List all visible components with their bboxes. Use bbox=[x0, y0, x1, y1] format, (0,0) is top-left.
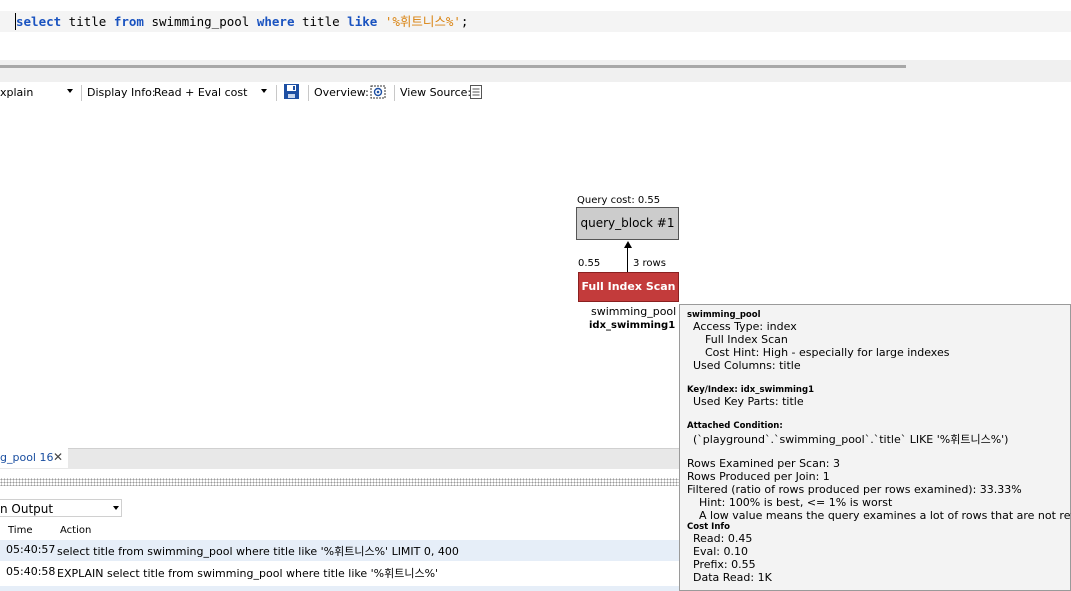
row-time: 05:40:57 bbox=[6, 543, 56, 556]
query-block-node[interactable]: query_block #1 bbox=[576, 207, 679, 240]
key-index-header: Key/Index: idx_swimming1 bbox=[687, 385, 814, 395]
cost-info-header: Cost Info bbox=[687, 522, 730, 532]
sql-token-str: '%휘트니스%' bbox=[384, 14, 461, 29]
filtered-ratio: Filtered (ratio of rows produced per row… bbox=[687, 483, 1022, 496]
diagram-edge bbox=[627, 247, 628, 272]
chevron-down-icon[interactable] bbox=[261, 89, 267, 93]
edge-rows-label: 3 rows bbox=[633, 258, 666, 269]
editor-toolbar-band bbox=[0, 60, 1071, 82]
view-source-icon[interactable] bbox=[470, 85, 482, 102]
sql-token-plain bbox=[377, 14, 385, 29]
cost-eval: Eval: 0.10 bbox=[693, 545, 748, 558]
cost-data-read: Data Read: 1K bbox=[693, 571, 772, 584]
node-details-tooltip: swimming_pool Access Type: index Full In… bbox=[679, 304, 1071, 591]
query-cost-label: Query cost: 0.55 bbox=[577, 195, 661, 206]
table-name-label: swimming_pool bbox=[591, 305, 677, 318]
toolbar-divider bbox=[394, 85, 395, 101]
index-name-label: idx_swimming1 bbox=[589, 320, 676, 331]
sql-token-kw: from bbox=[113, 14, 144, 29]
result-tab-bar bbox=[0, 448, 679, 469]
display-info-select[interactable]: Read + Eval cost bbox=[154, 86, 247, 99]
sql-token-kw: like bbox=[347, 14, 378, 29]
edge-cost-label: 0.55 bbox=[578, 258, 601, 269]
used-columns: Used Columns: title bbox=[693, 359, 801, 372]
filtered-note: A low value means the query examines a l… bbox=[699, 509, 1071, 522]
display-info-label: Display Info: bbox=[87, 86, 156, 99]
column-header-time[interactable]: Time bbox=[8, 525, 32, 536]
sql-token-plain: swimming_pool bbox=[143, 14, 257, 29]
row-action: EXPLAIN select title from swimming_pool … bbox=[57, 567, 439, 580]
overview-label: Overview: bbox=[314, 86, 369, 99]
cost-hint: Cost Hint: High - especially for large i… bbox=[705, 346, 950, 359]
chevron-down-icon[interactable] bbox=[113, 506, 119, 510]
tooltip-title: swimming_pool bbox=[687, 310, 761, 320]
panel-splitter[interactable] bbox=[0, 478, 679, 486]
row-action: select title from swimming_pool where ti… bbox=[57, 545, 459, 558]
sql-token-kw: where bbox=[256, 14, 295, 29]
access-detail: Full Index Scan bbox=[705, 333, 788, 346]
overview-icon[interactable] bbox=[370, 85, 386, 102]
rows-produced: Rows Produced per Join: 1 bbox=[687, 470, 830, 483]
sql-token-plain: title bbox=[61, 14, 114, 29]
toolbar-divider bbox=[276, 85, 277, 101]
used-key-parts: Used Key Parts: title bbox=[693, 395, 804, 408]
table-row[interactable]: 05:40:58 EXPLAIN select title from swimm… bbox=[0, 562, 679, 583]
sql-token-kw: select bbox=[16, 14, 62, 29]
arrow-up-icon bbox=[624, 241, 632, 248]
output-type-value[interactable]: n Output bbox=[0, 502, 53, 516]
table-row[interactable]: 05:40:57 select title from swimming_pool… bbox=[0, 540, 679, 561]
attached-condition: (`playground`.`swimming_pool`.`title` LI… bbox=[693, 433, 1009, 446]
sql-token-plain: ; bbox=[460, 14, 469, 29]
explain-select[interactable]: xplain bbox=[0, 86, 33, 99]
output-grid-header bbox=[0, 522, 679, 541]
sql-editor-text[interactable]: select title from swimming_pool where ti… bbox=[16, 14, 468, 30]
save-icon[interactable] bbox=[283, 83, 300, 103]
explain-toolbar: xplain Display Info: Read + Eval cost Ov… bbox=[0, 82, 1071, 104]
chevron-down-icon[interactable] bbox=[67, 89, 73, 93]
close-icon[interactable]: ✕ bbox=[53, 450, 63, 464]
row-time: 05:40:58 bbox=[6, 565, 56, 578]
result-tab-label[interactable]: g_pool 16 bbox=[0, 451, 53, 464]
sql-token-plain: title bbox=[294, 14, 348, 29]
toolbar-divider bbox=[81, 85, 82, 101]
cost-prefix: Prefix: 0.55 bbox=[693, 558, 756, 571]
toolbar-divider bbox=[308, 85, 309, 101]
column-header-action[interactable]: Action bbox=[60, 525, 91, 536]
rows-examined: Rows Examined per Scan: 3 bbox=[687, 457, 841, 470]
cost-read: Read: 0.45 bbox=[693, 532, 753, 545]
filtered-hint: Hint: 100% is best, <= 1% is worst bbox=[699, 496, 893, 509]
editor-horizontal-scrollbar[interactable] bbox=[0, 65, 906, 68]
table-row-partial bbox=[0, 586, 679, 591]
view-source-label: View Source: bbox=[400, 86, 472, 99]
access-type: Access Type: index bbox=[693, 320, 797, 333]
full-index-scan-node[interactable]: Full Index Scan bbox=[578, 272, 679, 302]
attached-condition-header: Attached Condition: bbox=[687, 421, 783, 431]
